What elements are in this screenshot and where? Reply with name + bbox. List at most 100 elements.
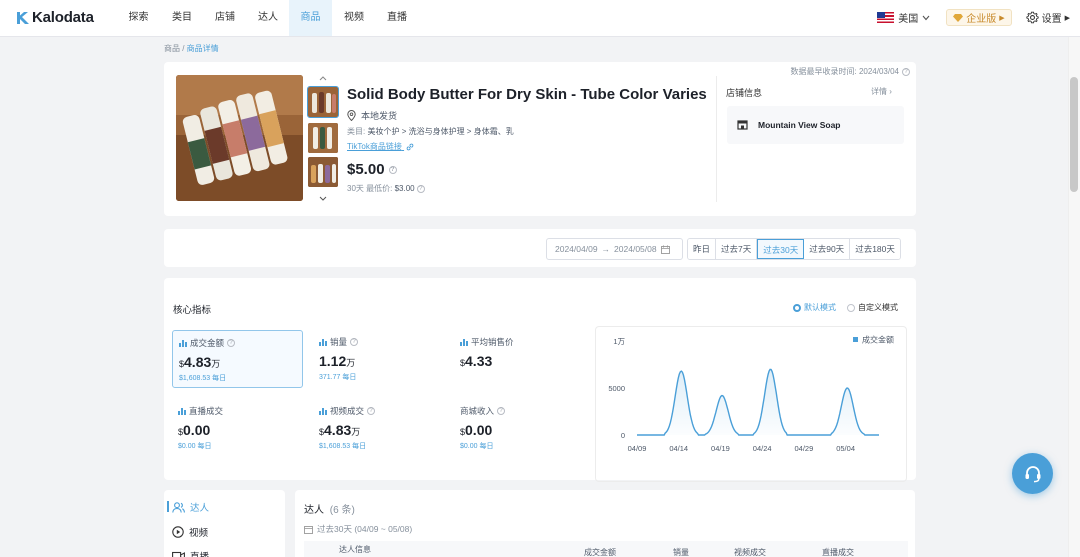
creators-range: 过去30天 (04/09 ~ 05/08) bbox=[304, 523, 412, 535]
nav-item-product[interactable]: 商品 bbox=[289, 0, 332, 36]
store-icon bbox=[737, 120, 748, 130]
breadcrumb-root[interactable]: 商品 bbox=[164, 44, 180, 53]
product-thumbnail[interactable] bbox=[308, 123, 338, 153]
link-icon bbox=[406, 143, 414, 151]
page-scrollbar[interactable] bbox=[1068, 37, 1080, 557]
creators-header: 达人 (6 条) bbox=[304, 501, 355, 516]
y-tick-label: 1万 bbox=[613, 337, 625, 346]
legend-label[interactable]: 成交金额 bbox=[862, 335, 894, 345]
metric-number: 0.00 bbox=[465, 422, 493, 438]
scrollbar-thumb[interactable] bbox=[1070, 77, 1078, 192]
metric-daily: $1,608.53 每日 bbox=[179, 375, 227, 382]
menu-label: 达人 bbox=[190, 503, 210, 514]
gear-icon bbox=[1025, 11, 1039, 24]
store-details-link[interactable]: 详情 › bbox=[871, 86, 892, 97]
gmv-area-chart[interactable]: 0 5000 1万 04/09 04/14 04/19 04/24 04/29 05/04 成交金… bbox=[596, 327, 908, 483]
date-range-picker[interactable]: 2024/04/09 → 2024/05/08 bbox=[546, 238, 683, 260]
low-price-value: $3.00 bbox=[394, 184, 415, 193]
nav-item-explore[interactable]: 探索 bbox=[127, 0, 150, 36]
region-label: 美国 bbox=[898, 14, 919, 25]
region-selector[interactable]: 美国 bbox=[877, 10, 930, 25]
enterprise-button[interactable]: 企业版 ▶ bbox=[946, 9, 1012, 26]
metric-number: 4.83 bbox=[324, 422, 352, 438]
metric-number: 0.00 bbox=[183, 422, 211, 438]
metric-name: 销量 bbox=[330, 337, 348, 347]
metric-label: 视频成交? bbox=[319, 405, 444, 417]
metric-unit: 万 bbox=[211, 359, 221, 369]
lowest-price: 30天 最低价: $3.00 ? bbox=[347, 183, 425, 194]
metric-number: 1.12 bbox=[319, 353, 347, 369]
metric-gmv[interactable]: 成交金额? $4.83万 $1,608.53 每日 bbox=[172, 330, 303, 388]
help-icon[interactable]: ? bbox=[367, 407, 376, 415]
y-tick-label: 0 bbox=[621, 431, 625, 440]
category-path[interactable]: 美妆个护 > 洗浴与身体护理 > 身体霜、乳 bbox=[367, 127, 513, 136]
store-card[interactable]: Mountain View Soap bbox=[727, 106, 904, 144]
menu-item-live[interactable]: 直播 bbox=[172, 549, 209, 557]
caret-right-icon: ▶ bbox=[999, 14, 1005, 22]
thumbnail-image bbox=[308, 87, 338, 117]
help-icon[interactable]: ? bbox=[497, 407, 506, 415]
sort-icon: ⇅ bbox=[676, 548, 682, 554]
calendar-icon bbox=[304, 525, 313, 534]
metric-video-sales[interactable]: 视频成交? $4.83万 $1,608.53 每日 bbox=[313, 399, 444, 457]
logo[interactable]: Kalodata bbox=[16, 9, 94, 26]
tiktok-product-link[interactable]: TikTok商品链接 bbox=[347, 141, 414, 152]
metric-mall-revenue[interactable]: 商城收入? $0.00 $0.00 每日 bbox=[454, 399, 585, 457]
shipping-label: 本地发货 bbox=[361, 111, 398, 121]
range-180-days[interactable]: 过去180天 bbox=[850, 239, 900, 259]
help-icon[interactable]: ? bbox=[350, 338, 359, 346]
help-icon[interactable]: ? bbox=[388, 165, 397, 174]
play-circle-icon bbox=[172, 526, 184, 538]
thumbnail-image bbox=[308, 123, 338, 153]
top-nav: Kalodata 探索 类目 店铺 达人 商品 视频 直播 美国 企业版 ▶ 设… bbox=[0, 0, 1080, 37]
caret-right-icon: ▶ bbox=[1064, 14, 1070, 22]
creators-range-label: 过去30天 (04/09 ~ 05/08) bbox=[317, 524, 413, 534]
metric-name: 直播成交 bbox=[189, 406, 224, 416]
nav-item-video[interactable]: 视频 bbox=[343, 0, 365, 36]
metric-name: 视频成交 bbox=[330, 406, 365, 416]
headset-icon bbox=[1025, 465, 1040, 482]
breadcrumb-separator: / bbox=[180, 44, 187, 53]
creators-count: (6 条) bbox=[329, 505, 355, 516]
nav-item-shop[interactable]: 店铺 bbox=[214, 0, 236, 36]
metric-live-sales[interactable]: 直播成交 $0.00 $0.00 每日 bbox=[172, 399, 303, 457]
range-7-days[interactable]: 过去7天 bbox=[716, 239, 758, 259]
product-card: 数据最早收录时间: 2024/03/04 ? Solid Body Butter… bbox=[164, 62, 916, 216]
nav-item-category[interactable]: 类目 bbox=[171, 0, 193, 36]
help-icon[interactable]: ? bbox=[416, 184, 425, 193]
metric-sales[interactable]: 销量? 1.12万 371.77 每日 bbox=[313, 330, 444, 388]
mode-default[interactable]: 默认模式 bbox=[793, 302, 836, 313]
data-time-label: 数据最早收录时间: 2024/03/04 bbox=[790, 67, 899, 76]
metric-daily: $0.00 每日 bbox=[178, 443, 212, 450]
range-yesterday[interactable]: 昨日 bbox=[688, 239, 717, 259]
range-30-days[interactable]: 过去30天 bbox=[757, 239, 805, 259]
product-thumbnail[interactable] bbox=[308, 157, 338, 187]
thumbnail-up-icon[interactable] bbox=[319, 76, 327, 81]
nav-item-live[interactable]: 直播 bbox=[386, 0, 408, 36]
settings-button[interactable]: 设置 ▶ bbox=[1025, 10, 1070, 25]
metric-avg-price[interactable]: 平均销售价 $4.33 bbox=[454, 330, 585, 388]
help-icon[interactable]: ? bbox=[227, 339, 236, 347]
calendar-icon bbox=[660, 245, 670, 254]
x-tick-label: 04/24 bbox=[753, 444, 772, 453]
video-camera-icon bbox=[172, 551, 185, 557]
range-90-days[interactable]: 过去90天 bbox=[804, 239, 851, 259]
metric-label: 商城收入? bbox=[460, 405, 585, 417]
metric-label: 销量? bbox=[319, 336, 444, 348]
customer-support-button[interactable] bbox=[1012, 453, 1053, 494]
product-title: Solid Body Butter For Dry Skin - Tube Co… bbox=[347, 86, 707, 103]
help-icon[interactable]: ? bbox=[902, 67, 910, 76]
thumbnail-down-icon[interactable] bbox=[319, 196, 327, 201]
location-pin-icon bbox=[347, 110, 356, 121]
product-thumbnail[interactable] bbox=[307, 86, 339, 118]
category-label: 类目: bbox=[347, 127, 366, 136]
metric-number: 4.83 bbox=[184, 354, 212, 370]
menu-item-creators[interactable]: 达人 bbox=[166, 500, 210, 514]
product-main-image[interactable] bbox=[176, 75, 303, 201]
menu-item-videos[interactable]: 视频 bbox=[172, 525, 208, 539]
nav-item-creator[interactable]: 达人 bbox=[257, 0, 279, 36]
sort-icon: ⇅ bbox=[825, 548, 831, 554]
mode-custom[interactable]: 自定义模式 bbox=[847, 302, 898, 313]
creators-title: 达人 bbox=[304, 505, 324, 516]
shipping-info: 本地发货 bbox=[347, 109, 397, 122]
